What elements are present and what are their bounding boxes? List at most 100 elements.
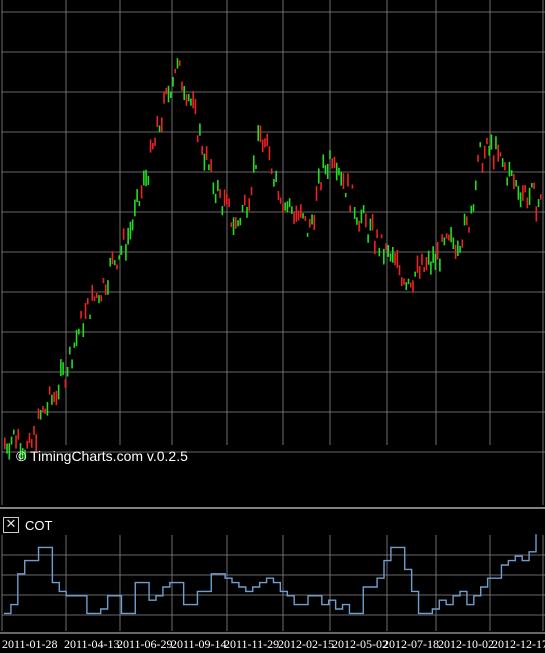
candle (174, 68, 177, 74)
candle (400, 277, 403, 287)
candle (93, 296, 96, 302)
candle (286, 201, 289, 213)
candle (102, 278, 105, 284)
candle (510, 170, 513, 177)
x-tick-label: 2011-06-29 (117, 637, 173, 651)
candle (315, 186, 318, 201)
candle (64, 379, 67, 388)
price-grid (1, 0, 545, 505)
candle (279, 197, 282, 204)
candle (465, 216, 468, 226)
candle (284, 202, 286, 211)
candle (414, 271, 417, 277)
candle (8, 443, 11, 460)
candle (73, 342, 76, 348)
candle (104, 284, 107, 296)
candle (181, 81, 183, 91)
candle (282, 204, 284, 213)
candle (149, 139, 152, 153)
candle (445, 233, 448, 239)
candle (450, 226, 452, 243)
candle (526, 197, 529, 209)
candle (371, 213, 374, 231)
cot-series-line (4, 534, 537, 615)
candle (6, 443, 8, 454)
candle (409, 282, 412, 288)
candle (499, 152, 502, 157)
candle (439, 258, 441, 272)
candle (448, 234, 450, 241)
candle (497, 144, 499, 162)
candle (239, 217, 242, 226)
candle (317, 168, 320, 184)
candle (261, 139, 264, 153)
candle (237, 220, 239, 227)
candle (12, 429, 15, 435)
candle (353, 207, 356, 219)
candle (501, 158, 504, 167)
candle (228, 198, 230, 208)
candle (389, 253, 392, 262)
candle (57, 384, 60, 400)
candle (528, 187, 531, 205)
candle (311, 214, 313, 225)
candle (360, 209, 363, 224)
candle (10, 436, 13, 445)
candle (418, 265, 421, 279)
candle (17, 428, 20, 440)
candle (306, 232, 309, 237)
candle (223, 189, 226, 207)
candle (243, 194, 246, 206)
candle (86, 298, 89, 305)
candle (533, 182, 535, 190)
candle (143, 170, 145, 186)
candle (136, 189, 138, 203)
candle (535, 206, 538, 222)
candle (120, 245, 123, 255)
candle (436, 241, 439, 260)
candle (203, 153, 206, 171)
candle (434, 253, 437, 270)
candle (407, 278, 410, 285)
candle (80, 310, 82, 319)
candle (374, 240, 376, 255)
candle (277, 191, 280, 200)
candle (490, 134, 493, 150)
candle (37, 408, 40, 420)
candle (470, 205, 473, 214)
candle (479, 142, 482, 148)
candle (540, 194, 542, 200)
candle (425, 257, 428, 271)
candle (178, 60, 181, 66)
candle (266, 133, 268, 147)
candle (403, 278, 405, 285)
candle (84, 302, 87, 320)
candle (158, 125, 161, 133)
candle (362, 205, 365, 214)
candle (113, 260, 116, 266)
candle (320, 182, 322, 191)
candle (71, 359, 73, 369)
candle (331, 158, 334, 169)
close-icon[interactable]: ✕ (3, 517, 19, 533)
candle (232, 217, 235, 235)
candle (273, 179, 275, 187)
candle (268, 146, 271, 161)
x-tick-label: 2012-07-18 (383, 637, 439, 651)
candle (98, 295, 100, 304)
watermark: © TimingCharts.com v.0.2.5 (16, 448, 188, 464)
candle (15, 435, 17, 449)
candle (163, 91, 165, 104)
candle (394, 252, 396, 266)
candle (89, 314, 91, 320)
candle (275, 170, 277, 183)
x-tick-label: 2011-11-29 (224, 637, 279, 651)
candle (118, 255, 120, 260)
candle (230, 222, 233, 228)
candle (214, 193, 217, 204)
candle (324, 165, 327, 175)
candle (378, 248, 381, 257)
candle (107, 280, 109, 295)
candle (44, 408, 46, 414)
candle (380, 234, 383, 239)
